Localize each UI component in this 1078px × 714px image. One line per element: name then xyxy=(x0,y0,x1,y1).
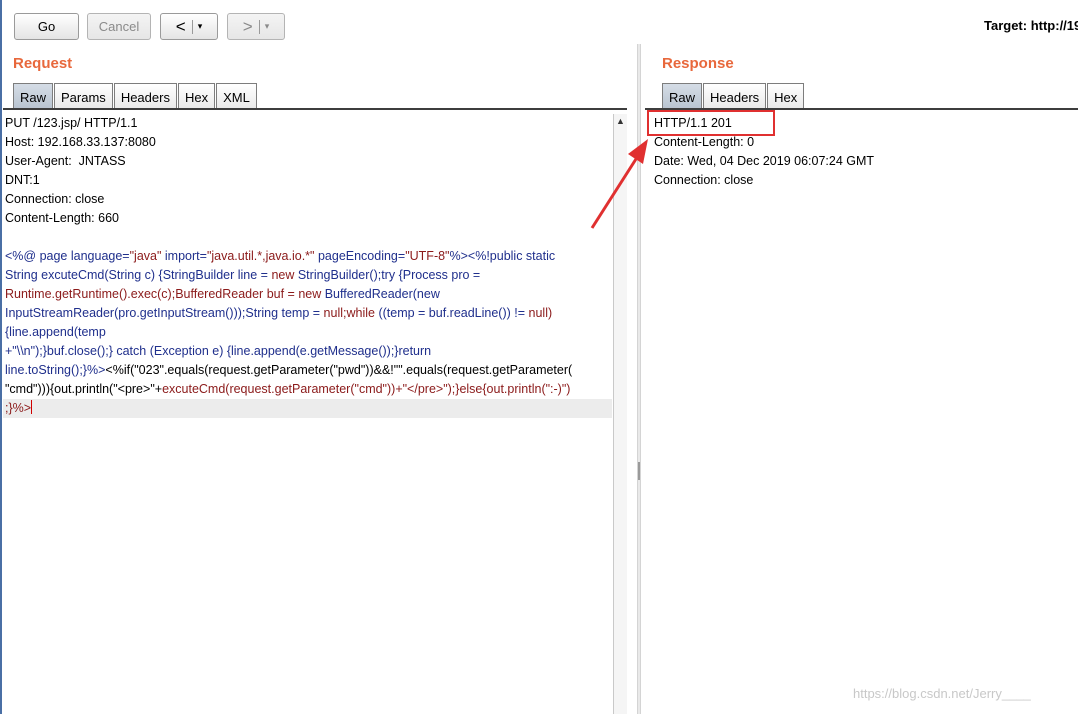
watermark: https://blog.csdn.net/Jerry____ xyxy=(853,686,1031,701)
annotation-arrow-icon xyxy=(590,139,648,229)
